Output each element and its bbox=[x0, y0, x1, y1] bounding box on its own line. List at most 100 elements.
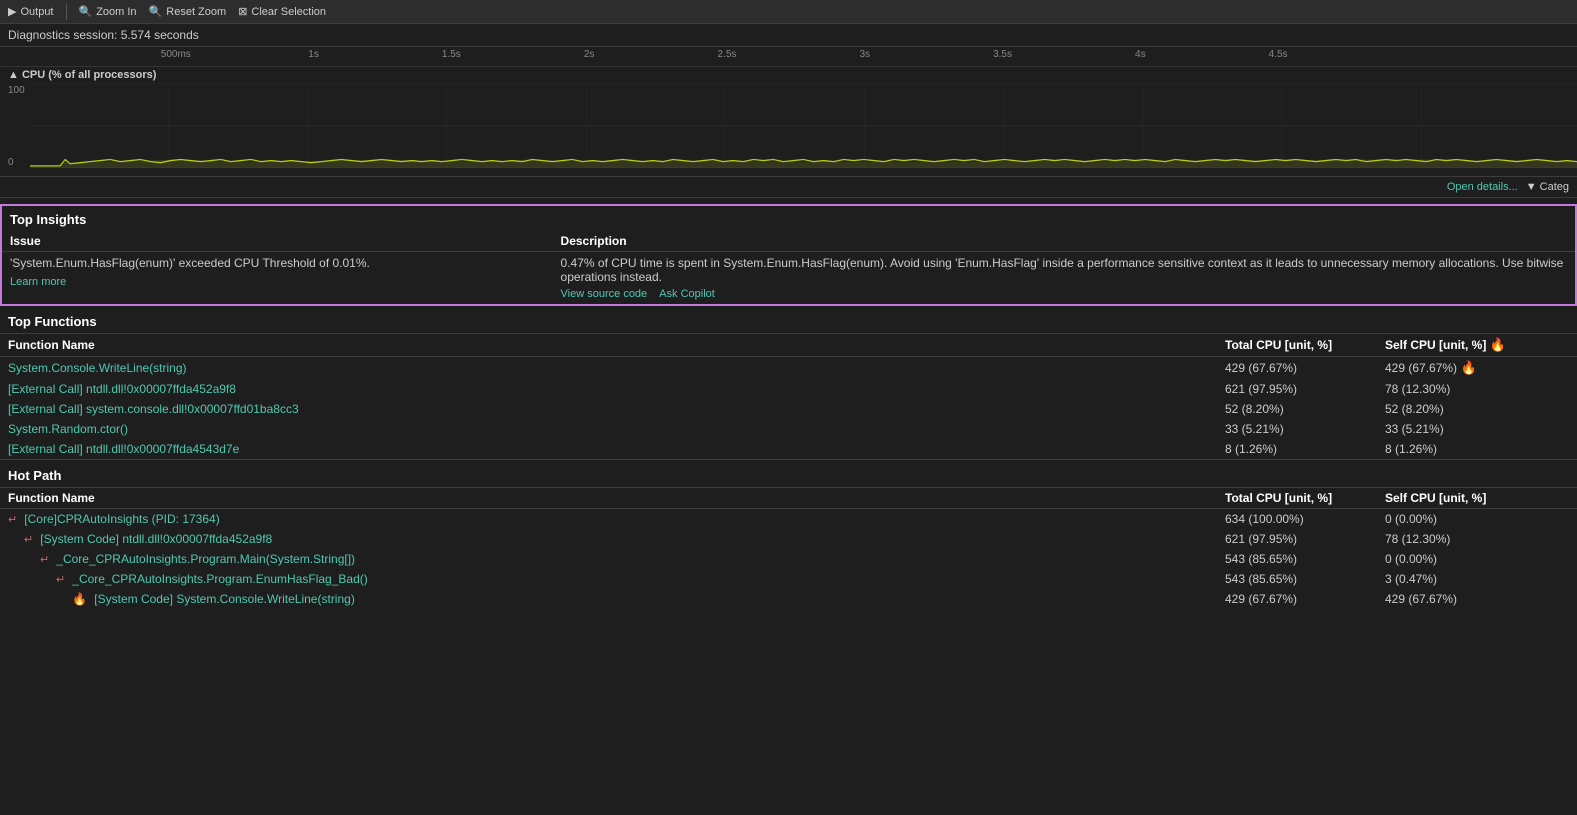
fn-name-cell: [External Call] system.console.dll!0x000… bbox=[0, 399, 1217, 419]
hp-self-cell: 0 (0.00%) bbox=[1377, 509, 1577, 530]
zoom-in-label: Zoom In bbox=[96, 6, 136, 18]
fn-self-cell: 429 (67.67%) 🔥 bbox=[1377, 357, 1577, 380]
arrow-icon: ↵ bbox=[40, 554, 52, 566]
hot-path-section: Hot Path Function Name Total CPU [unit, … bbox=[0, 460, 1577, 609]
cpu-scale-0: 0 bbox=[8, 157, 14, 168]
ruler-mark-4-5s: 4.5s bbox=[1269, 49, 1288, 60]
ruler-mark-2-5s: 2.5s bbox=[717, 49, 736, 60]
clear-selection-icon: ⊠ bbox=[238, 5, 247, 18]
fn-total-cell: 429 (67.67%) bbox=[1217, 357, 1377, 380]
zoom-in-icon: 🔍 bbox=[79, 5, 93, 18]
fn-name-cell: [External Call] ntdll.dll!0x00007ffda454… bbox=[0, 439, 1217, 459]
hp-self-cell: 3 (0.47%) bbox=[1377, 569, 1577, 589]
hot-path-title: Hot Path bbox=[0, 460, 1577, 488]
session-label: Diagnostics session: 5.574 seconds bbox=[8, 28, 199, 42]
reset-zoom-label: Reset Zoom bbox=[166, 6, 226, 18]
cpu-label-text: ▲ CPU (% of all processors) bbox=[8, 69, 156, 81]
timeline-container: 500ms 1s 1.5s 2s 2.5s 3s 3.5s 4s 4.5s ▲ … bbox=[0, 47, 1577, 177]
open-details-link[interactable]: Open details... bbox=[1447, 181, 1518, 193]
fn-name-link[interactable]: System.Random.ctor() bbox=[8, 422, 128, 436]
ruler-mark-1-5s: 1.5s bbox=[442, 49, 461, 60]
hot-icon-header: 🔥 bbox=[1490, 337, 1506, 352]
cpu-scale-100: 100 bbox=[8, 85, 25, 96]
reset-zoom-button[interactable]: 🔍 Reset Zoom bbox=[149, 5, 227, 18]
category-filter-button[interactable]: ▼ Categ bbox=[1526, 181, 1569, 193]
fn-self-cell: 78 (12.30%) bbox=[1377, 379, 1577, 399]
hp-self-cell: 78 (12.30%) bbox=[1377, 529, 1577, 549]
hp-name-link[interactable]: [System Code] System.Console.WriteLine(s… bbox=[94, 592, 355, 606]
arrow-icon: ↵ bbox=[8, 514, 20, 526]
cpu-chart-svg bbox=[30, 83, 1577, 168]
zoom-in-button[interactable]: 🔍 Zoom In bbox=[79, 5, 137, 18]
top-insights-title: Top Insights bbox=[10, 212, 86, 227]
hp-total-cell: 621 (97.95%) bbox=[1217, 529, 1377, 549]
fn-name-cell: System.Random.ctor() bbox=[0, 419, 1217, 439]
fn-col-total-header: Total CPU [unit, %] bbox=[1217, 334, 1377, 357]
fn-self-cell: 8 (1.26%) bbox=[1377, 439, 1577, 459]
chart-area bbox=[30, 83, 1577, 168]
fn-name-link[interactable]: [External Call] ntdll.dll!0x00007ffda454… bbox=[8, 442, 239, 456]
hp-name-cell: 🔥 [System Code] System.Console.WriteLine… bbox=[0, 589, 1217, 609]
hot-path-row: 🔥 [System Code] System.Console.WriteLine… bbox=[0, 589, 1577, 609]
insights-issue-cell: 'System.Enum.HasFlag(enum)' exceeded CPU… bbox=[2, 252, 553, 305]
ruler-mark-4s: 4s bbox=[1135, 49, 1146, 60]
hot-path-row: ↵ [System Code] ntdll.dll!0x00007ffda452… bbox=[0, 529, 1577, 549]
output-icon: ▶ bbox=[8, 5, 16, 18]
insights-table: Issue Description 'System.Enum.HasFlag(e… bbox=[2, 231, 1575, 304]
hp-total-cell: 634 (100.00%) bbox=[1217, 509, 1377, 530]
hp-col-name-header: Function Name bbox=[0, 488, 1217, 509]
top-insights-section: Top Insights Issue Description 'System.E… bbox=[0, 204, 1577, 306]
col-desc-header: Description bbox=[553, 231, 1575, 252]
output-label: Output bbox=[20, 6, 53, 18]
hp-self-cell: 0 (0.00%) bbox=[1377, 549, 1577, 569]
hot-path-label: Hot Path bbox=[8, 468, 61, 483]
filter-icon: ▼ bbox=[1526, 181, 1537, 193]
hp-name-cell: ↵ [System Code] ntdll.dll!0x00007ffda452… bbox=[0, 529, 1217, 549]
hp-name-link[interactable]: [Core]CPRAutoInsights (PID: 17364) bbox=[24, 512, 219, 526]
hp-name-link[interactable]: _Core_CPRAutoInsights.Program.Main(Syste… bbox=[56, 552, 355, 566]
top-functions-table: Function Name Total CPU [unit, %] Self C… bbox=[0, 334, 1577, 459]
hp-name-link[interactable]: _Core_CPRAutoInsights.Program.EnumHasFla… bbox=[72, 572, 367, 586]
fn-total-cell: 52 (8.20%) bbox=[1217, 399, 1377, 419]
view-source-link[interactable]: View source code bbox=[561, 288, 648, 300]
insights-row: 'System.Enum.HasFlag(enum)' exceeded CPU… bbox=[2, 252, 1575, 305]
insights-issue-text: 'System.Enum.HasFlag(enum)' exceeded CPU… bbox=[10, 256, 545, 270]
toolbar-separator-1 bbox=[66, 4, 67, 20]
hot-path-row: ↵ [Core]CPRAutoInsights (PID: 17364)634 … bbox=[0, 509, 1577, 530]
hot-path-table: Function Name Total CPU [unit, %] Self C… bbox=[0, 488, 1577, 609]
fn-col-name-header: Function Name bbox=[0, 334, 1217, 357]
ruler-mark-3-5s: 3.5s bbox=[993, 49, 1012, 60]
arrow-icon: ↵ bbox=[24, 534, 36, 546]
ruler-mark-1s: 1s bbox=[308, 49, 319, 60]
output-button[interactable]: ▶ Output bbox=[8, 5, 54, 18]
top-functions-title: Top Functions bbox=[0, 306, 1577, 334]
hp-name-cell: ↵ _Core_CPRAutoInsights.Program.EnumHasF… bbox=[0, 569, 1217, 589]
hp-total-cell: 429 (67.67%) bbox=[1217, 589, 1377, 609]
cpu-label: ▲ CPU (% of all processors) bbox=[8, 69, 156, 81]
top-functions-row: [External Call] ntdll.dll!0x00007ffda454… bbox=[0, 439, 1577, 459]
learn-more-link[interactable]: Learn more bbox=[10, 276, 66, 288]
hp-col-self-header: Self CPU [unit, %] bbox=[1377, 488, 1577, 509]
ruler-mark-2s: 2s bbox=[584, 49, 595, 60]
hp-name-link[interactable]: [System Code] ntdll.dll!0x00007ffda452a9… bbox=[40, 532, 272, 546]
hp-name-cell: ↵ [Core]CPRAutoInsights (PID: 17364) bbox=[0, 509, 1217, 530]
hot-flame-icon: 🔥 bbox=[1457, 360, 1477, 375]
fn-name-link[interactable]: [External Call] system.console.dll!0x000… bbox=[8, 402, 299, 416]
fn-col-self-header: Self CPU [unit, %] 🔥 bbox=[1377, 334, 1577, 357]
reset-zoom-icon: 🔍 bbox=[149, 5, 163, 18]
fn-name-link[interactable]: [External Call] ntdll.dll!0x00007ffda452… bbox=[8, 382, 236, 396]
hp-total-cell: 543 (85.65%) bbox=[1217, 569, 1377, 589]
ask-copilot-link[interactable]: Ask Copilot bbox=[659, 288, 715, 300]
toolbar: ▶ Output 🔍 Zoom In 🔍 Reset Zoom ⊠ Clear … bbox=[0, 0, 1577, 24]
ruler-mark-500ms: 500ms bbox=[161, 49, 191, 60]
arrow-icon: ↵ bbox=[56, 574, 68, 586]
fn-name-cell: [External Call] ntdll.dll!0x00007ffda452… bbox=[0, 379, 1217, 399]
session-bar: Diagnostics session: 5.574 seconds bbox=[0, 24, 1577, 47]
ruler-mark-3s: 3s bbox=[859, 49, 870, 60]
top-functions-row: [External Call] ntdll.dll!0x00007ffda452… bbox=[0, 379, 1577, 399]
fn-name-link[interactable]: System.Console.WriteLine(string) bbox=[8, 361, 187, 375]
insights-desc-cell: 0.47% of CPU time is spent in System.Enu… bbox=[553, 252, 1575, 305]
clear-selection-button[interactable]: ⊠ Clear Selection bbox=[238, 5, 326, 18]
categ-label: Categ bbox=[1540, 181, 1569, 193]
top-insights-header: Top Insights bbox=[2, 206, 1575, 231]
